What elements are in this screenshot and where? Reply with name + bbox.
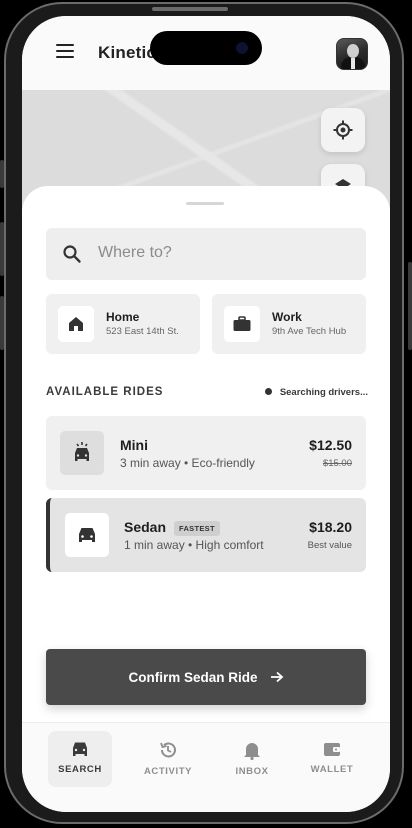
history-icon [160, 742, 176, 758]
ride-details: 3 min away • Eco-friendly [120, 456, 255, 470]
nav-label: INBOX [235, 766, 269, 777]
app-screen: Kinetic Where to? Home 523 East 14th St.… [22, 16, 390, 812]
phone-device: Kinetic Where to? Home 523 East 14th St.… [0, 0, 412, 828]
nav-label: WALLET [310, 764, 354, 775]
brand-title: Kinetic [98, 43, 157, 62]
briefcase-icon [224, 306, 260, 342]
home-icon [58, 306, 94, 342]
place-name: Work [272, 310, 302, 324]
confirm-label: Confirm Sedan Ride [128, 669, 258, 685]
sheet-handle[interactable] [186, 202, 224, 205]
status-dot [264, 388, 272, 395]
ride-price: $12.50 [309, 437, 352, 453]
nav-inbox[interactable]: INBOX [220, 731, 284, 787]
nav-activity[interactable]: ACTIVITY [136, 731, 200, 787]
ride-sheet: Where to? Home 523 East 14th St. Work 9t… [22, 186, 390, 746]
saved-place-home[interactable]: Home 523 East 14th St. [46, 294, 200, 354]
ride-option-mini[interactable]: Mini 3 min away • Eco-friendly $12.50 $1… [46, 416, 366, 490]
avatar[interactable] [336, 38, 368, 70]
ride-old-price: $15.00 [322, 458, 352, 469]
place-address: 9th Ave Tech Hub [272, 326, 347, 337]
ride-details: 1 min away • High comfort [124, 538, 264, 552]
side-button [408, 262, 412, 350]
arrow-right-icon [270, 671, 283, 683]
nav-search[interactable]: SEARCH [48, 731, 112, 787]
speaker-bar [152, 7, 228, 11]
place-name: Home [106, 310, 140, 324]
saved-place-work[interactable]: Work 9th Ave Tech Hub [212, 294, 366, 354]
ride-name: Mini [120, 437, 148, 453]
search-input[interactable]: Where to? [46, 228, 366, 280]
menu-icon[interactable] [56, 44, 74, 58]
ride-price: $18.20 [309, 519, 352, 535]
search-status: Searching drivers... [264, 387, 368, 398]
section-title: AVAILABLE RIDES [46, 386, 164, 398]
nav-wallet[interactable]: WALLET [300, 731, 364, 787]
crosshair-icon [333, 120, 353, 140]
car-icon [60, 431, 104, 475]
fastest-badge: FASTEST [174, 521, 220, 536]
bottom-nav: SEARCH ACTIVITY INBOX WALLET [22, 722, 390, 812]
bell-icon [244, 743, 260, 760]
ride-option-sedan[interactable]: Sedan FASTEST 1 min away • High comfort … [46, 498, 366, 572]
place-address: 523 East 14th St. [106, 326, 179, 337]
search-icon [63, 245, 81, 263]
car-icon [65, 513, 109, 557]
ride-name: Sedan [124, 519, 167, 535]
ride-note: Best value [307, 540, 352, 551]
confirm-ride-button[interactable]: Confirm Sedan Ride [46, 649, 366, 705]
nav-label: ACTIVITY [143, 766, 193, 777]
wallet-icon [324, 743, 340, 756]
status-text: Searching drivers... [279, 387, 368, 398]
dynamic-island [150, 31, 262, 65]
nav-label: SEARCH [58, 764, 102, 775]
search-placeholder: Where to? [98, 244, 172, 261]
car-icon [73, 742, 87, 756]
camera-icon [236, 42, 248, 54]
locate-button[interactable] [321, 108, 365, 152]
